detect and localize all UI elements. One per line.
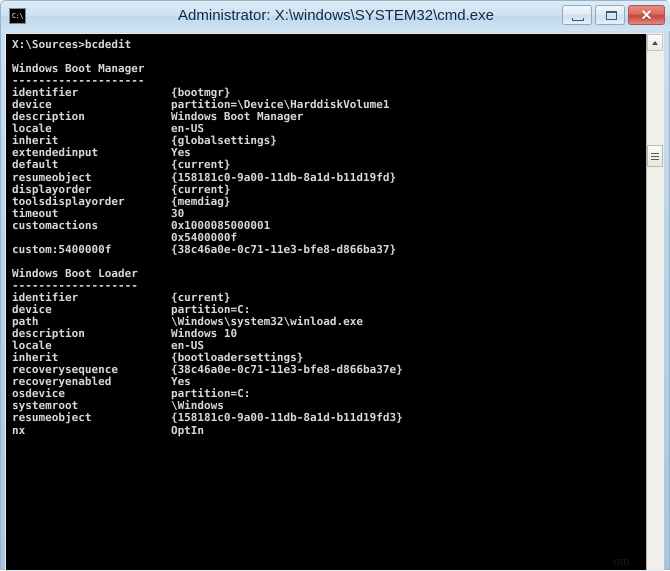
maximize-icon bbox=[606, 11, 617, 20]
console-line: resumeobject {158181c0-9a00-11db-8a1d-b1… bbox=[12, 411, 403, 425]
console-line: resumeobject {158181c0-9a00-11db-8a1d-b1… bbox=[12, 170, 397, 184]
chevron-up-icon bbox=[652, 41, 658, 45]
close-icon: ✕ bbox=[640, 7, 653, 23]
cmd-window: C:\ Administrator: X:\windows\SYSTEM32\c… bbox=[0, 0, 670, 571]
close-button[interactable]: ✕ bbox=[628, 5, 665, 25]
title-bar[interactable]: C:\ Administrator: X:\windows\SYSTEM32\c… bbox=[1, 1, 670, 31]
grip-icon bbox=[651, 153, 659, 161]
console-line: timeout 30 bbox=[12, 206, 185, 220]
console-line: default {current} bbox=[12, 158, 231, 172]
minimize-icon bbox=[572, 18, 584, 21]
console-client-area: X:\Sources>bcdedit Windows Boot Manager -… bbox=[5, 33, 664, 571]
console-line: 0x5400000f bbox=[12, 230, 238, 244]
watermark-text: om bbox=[613, 553, 630, 568]
console-line: custom:5400000f {38c46a0e-0c71-11e3-bfe8… bbox=[12, 242, 397, 256]
console-output[interactable]: X:\Sources>bcdedit Windows Boot Manager -… bbox=[6, 34, 646, 570]
maximize-button[interactable] bbox=[595, 5, 625, 25]
console-line: toolsdisplayorder {memdiag} bbox=[12, 194, 231, 208]
scrollbar-thumb[interactable] bbox=[647, 145, 663, 168]
console-line: X:\Sources>bcdedit bbox=[12, 38, 132, 51]
console-scrollbar[interactable] bbox=[646, 34, 663, 570]
console-line: customactions 0x1000085000001 bbox=[12, 218, 271, 232]
console-line: nx OptIn bbox=[12, 423, 205, 437]
scrollbar-up-button[interactable] bbox=[647, 34, 663, 51]
minimize-button[interactable] bbox=[562, 5, 592, 25]
console-line: displayorder {current} bbox=[12, 182, 231, 196]
